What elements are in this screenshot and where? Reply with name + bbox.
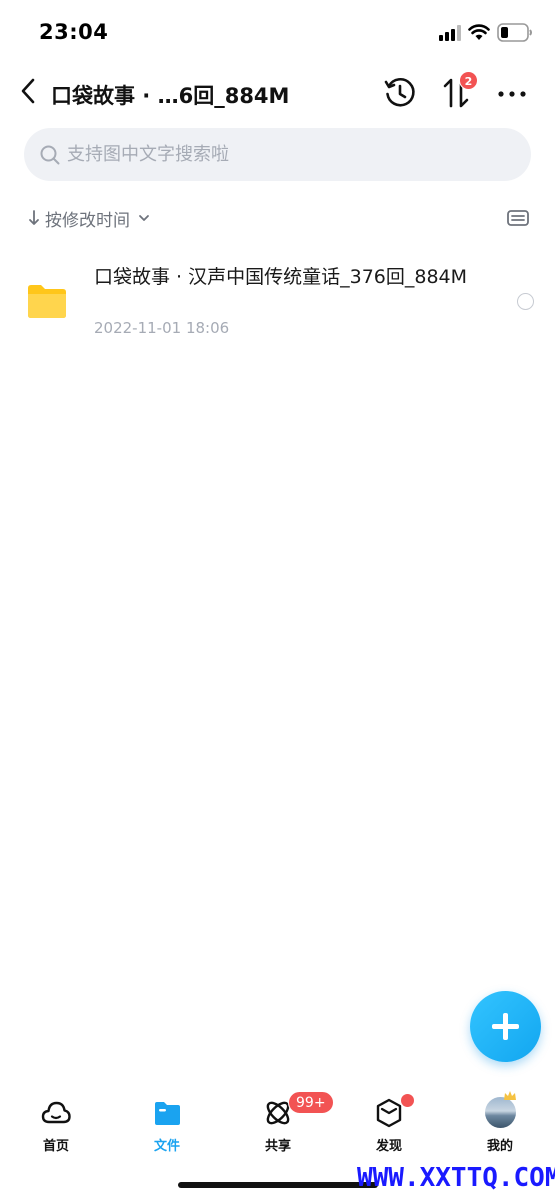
cloud-icon bbox=[41, 1101, 71, 1124]
transfer-badge: 2 bbox=[459, 71, 478, 90]
battery-icon bbox=[497, 23, 532, 42]
tab-share-label: 共享 bbox=[264, 1139, 291, 1154]
tab-home-label: 首页 bbox=[42, 1139, 69, 1154]
search-input[interactable] bbox=[67, 128, 507, 181]
status-time: 23:04 bbox=[39, 20, 109, 44]
more-dots-icon[interactable] bbox=[496, 80, 528, 108]
bottom-tab-bar: 首页 文件 共享 发现 我的 bbox=[0, 1085, 555, 1165]
wifi-icon bbox=[468, 24, 490, 40]
folder-icon bbox=[28, 285, 66, 318]
tab-files[interactable]: 文件 bbox=[122, 1097, 212, 1157]
tab-mine-label: 我的 bbox=[486, 1139, 513, 1154]
avatar[interactable] bbox=[485, 1097, 516, 1128]
page-title: 口袋故事 · …6回_884M bbox=[51, 84, 290, 108]
sort-label: 按修改时间 bbox=[45, 210, 130, 231]
add-button[interactable] bbox=[470, 991, 541, 1062]
chevron-down-icon bbox=[139, 215, 149, 221]
cellular-signal-icon bbox=[439, 25, 461, 41]
search-icon bbox=[40, 145, 60, 165]
file-name: 口袋故事 · 汉声中国传统童话_376回_884M bbox=[94, 266, 468, 288]
status-bar: 23:04 bbox=[0, 0, 555, 66]
view-toggle-icon[interactable] bbox=[506, 207, 530, 229]
list-item[interactable]: 口袋故事 · 汉声中国传统童话_376回_884M 2022-11-01 18:… bbox=[0, 255, 555, 350]
search-bar[interactable] bbox=[24, 128, 531, 181]
crown-icon bbox=[504, 1091, 516, 1100]
history-clock-icon[interactable] bbox=[383, 76, 417, 110]
watermark: WWW.XXTTQ.COM bbox=[357, 1163, 555, 1193]
discover-notification-dot bbox=[401, 1094, 414, 1107]
tab-home[interactable]: 首页 bbox=[11, 1097, 101, 1157]
tab-discover[interactable]: 发现 bbox=[344, 1097, 434, 1157]
share-badge: 99+ bbox=[288, 1091, 334, 1114]
folder-tab-icon bbox=[155, 1102, 180, 1125]
sort-selector[interactable]: 按修改时间 bbox=[27, 203, 151, 233]
chevron-left-icon bbox=[21, 78, 35, 104]
home-indicator bbox=[178, 1182, 378, 1188]
file-date: 2022-11-01 18:06 bbox=[94, 319, 230, 337]
select-radio[interactable] bbox=[517, 293, 534, 310]
tab-files-label: 文件 bbox=[153, 1139, 180, 1154]
tab-discover-label: 发现 bbox=[375, 1139, 402, 1154]
sort-down-arrow-icon bbox=[29, 210, 39, 225]
back-button[interactable] bbox=[14, 76, 42, 106]
